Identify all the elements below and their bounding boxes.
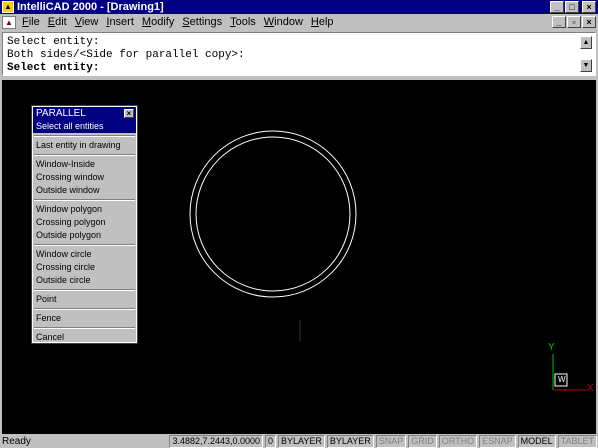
option-point[interactable]: Point (33, 293, 136, 306)
close-button[interactable]: × (582, 1, 596, 13)
status-text: Ready (2, 435, 31, 447)
scroll-up-icon[interactable]: ▲ (580, 36, 592, 49)
menu-bar: ▲ File Edit View Insert Modify Settings … (0, 14, 598, 30)
status-model[interactable]: MODEL (517, 434, 556, 448)
menu-view[interactable]: View (71, 16, 103, 28)
doc-close-button[interactable]: × (582, 16, 596, 28)
menu-edit[interactable]: Edit (44, 16, 71, 28)
ucs-icon (552, 354, 587, 391)
separator (33, 197, 136, 203)
separator (33, 152, 136, 158)
menu-modify[interactable]: Modify (138, 16, 178, 28)
ucs-w-label: W (558, 375, 566, 384)
parallel-title: PARALLEL (36, 108, 86, 119)
option-outside-polygon[interactable]: Outside polygon (33, 229, 136, 242)
menu-file[interactable]: File (18, 16, 44, 28)
minimize-button[interactable]: _ (550, 1, 564, 13)
status-bar: Ready 3.4882,7.2443,0.0000 0 BYLAYER BYL… (0, 434, 598, 448)
ucs-x-label: X (587, 383, 594, 394)
option-outside-window[interactable]: Outside window (33, 184, 136, 197)
drawn-circle-outer[interactable] (189, 130, 357, 298)
status-snap[interactable]: SNAP (375, 434, 407, 448)
status-tablet[interactable]: TABLET (557, 434, 597, 448)
status-layer[interactable]: 0 (265, 434, 277, 448)
option-last-entity[interactable]: Last entity in drawing (33, 139, 136, 152)
doc-minimize-button[interactable]: _ (552, 16, 566, 28)
drawn-circle-inner[interactable] (195, 136, 351, 292)
maximize-button[interactable]: □ (565, 1, 579, 13)
option-window-polygon[interactable]: Window polygon (33, 203, 136, 216)
option-select-all-entities[interactable]: Select all entities (33, 120, 136, 133)
coordinate-display: 3.4882,7.2443,0.0000 (169, 434, 264, 448)
menu-window[interactable]: Window (260, 16, 307, 28)
command-line: Select entity: (7, 36, 100, 48)
option-window-inside[interactable]: Window-Inside (33, 158, 136, 171)
app-icon[interactable]: ▲ (2, 1, 14, 13)
scroll-down-icon[interactable]: ▼ (580, 59, 592, 72)
option-crossing-circle[interactable]: Crossing circle (33, 261, 136, 274)
separator (33, 325, 136, 331)
separator (33, 242, 136, 248)
status-esnap[interactable]: ESNAP (479, 434, 516, 448)
menu-settings[interactable]: Settings (178, 16, 226, 28)
status-ortho[interactable]: ORTHO (438, 434, 478, 448)
menu-insert[interactable]: Insert (102, 16, 138, 28)
command-prompt[interactable]: Select entity: (7, 62, 245, 75)
option-outside-circle[interactable]: Outside circle (33, 274, 136, 287)
separator (33, 306, 136, 312)
parallel-title-bar[interactable]: PARALLEL × (33, 107, 136, 120)
command-scrollbar[interactable]: ▲ ▼ (580, 36, 592, 72)
separator (33, 287, 136, 293)
command-text: Select entity: Both sides/<Side for para… (7, 36, 245, 75)
status-color[interactable]: BYLAYER (278, 434, 325, 448)
option-window-circle[interactable]: Window circle (33, 248, 136, 261)
window-title: IntelliCAD 2000 - [Drawing1] (17, 1, 164, 13)
separator (33, 133, 136, 139)
document-icon[interactable]: ▲ (2, 15, 16, 29)
menu-help[interactable]: Help (307, 16, 338, 28)
status-linetype[interactable]: BYLAYER (326, 434, 374, 448)
option-crossing-polygon[interactable]: Crossing polygon (33, 216, 136, 229)
option-cancel[interactable]: Cancel (33, 331, 136, 344)
close-icon[interactable]: × (124, 109, 134, 118)
option-crossing-window[interactable]: Crossing window (33, 171, 136, 184)
status-grid[interactable]: GRID (408, 434, 437, 448)
title-bar: ▲ IntelliCAD 2000 - [Drawing1] _ □ × (0, 0, 598, 14)
doc-restore-button[interactable]: ▫ (567, 16, 581, 28)
option-fence[interactable]: Fence (33, 312, 136, 325)
parallel-panel: PARALLEL × Select all entities Last enti… (31, 105, 138, 344)
menu-tools[interactable]: Tools (226, 16, 260, 28)
ucs-y-label: Y (548, 342, 555, 353)
command-history[interactable]: Select entity: Both sides/<Side for para… (2, 32, 596, 76)
command-line: Both sides/<Side for parallel copy>: (7, 49, 245, 61)
